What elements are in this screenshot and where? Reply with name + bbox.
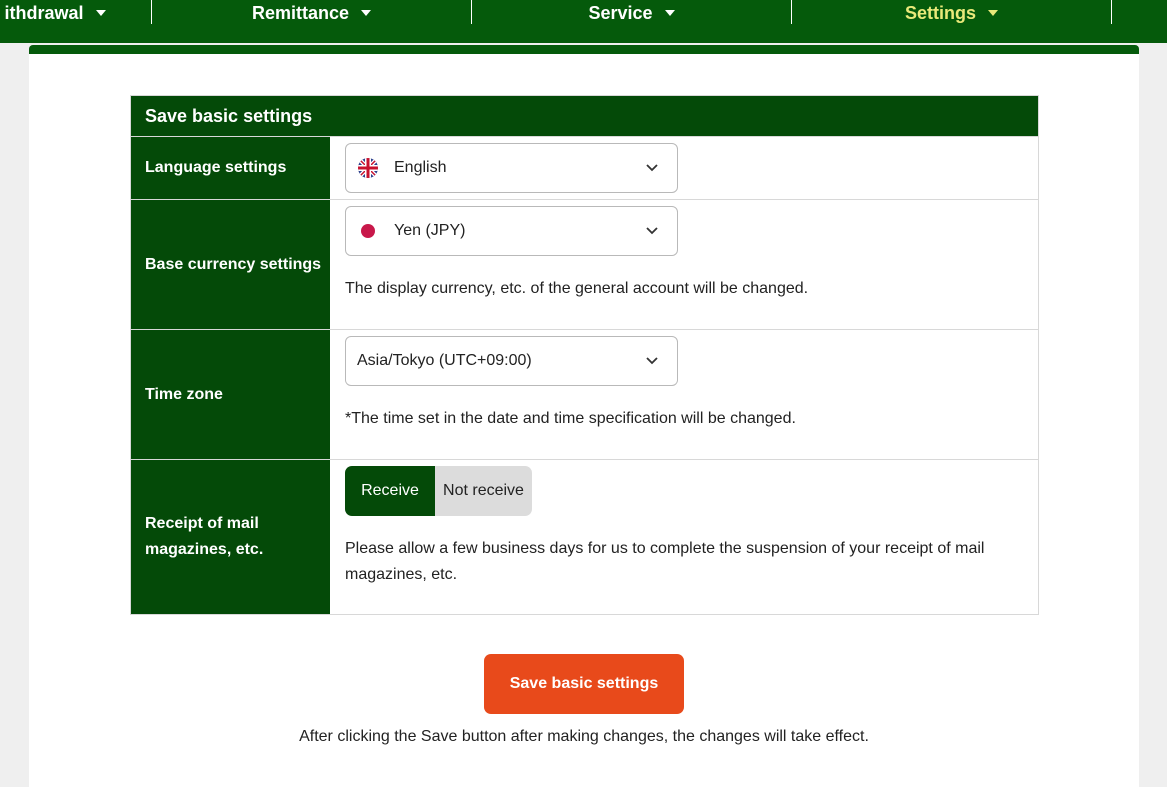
settings-card: Save basic settings Language settings En…	[29, 45, 1139, 787]
currency-row: Base currency settings Yen (JPY) The dis…	[131, 199, 1038, 329]
timezone-note: *The time set in the date and time speci…	[345, 410, 796, 427]
mail-label: Receipt of mail magazines, etc.	[131, 460, 330, 614]
chevron-down-icon	[646, 227, 658, 235]
japan-flag-icon	[358, 221, 378, 241]
currency-select[interactable]: Yen (JPY)	[345, 206, 678, 256]
receive-option[interactable]: Receive	[345, 466, 435, 516]
save-note: After clicking the Save button after mak…	[299, 728, 869, 745]
nav-item-label: Service	[588, 2, 653, 23]
mail-note: Please allow a few business days for us …	[345, 540, 985, 583]
chevron-down-icon	[646, 164, 658, 172]
nav-item-service[interactable]: Service	[472, 0, 791, 26]
timezone-row: Time zone Asia/Tokyo (UTC+09:00) *The ti…	[131, 329, 1038, 459]
caret-down-icon	[664, 10, 675, 16]
save-button[interactable]: Save basic settings	[484, 654, 684, 714]
nav-item-label: Settings	[904, 2, 976, 23]
nav-divider	[1111, 0, 1112, 24]
top-nav: ithdrawal Remittance Service Settings	[0, 0, 1167, 43]
language-label: Language settings	[131, 137, 330, 199]
nav-item-settings[interactable]: Settings	[792, 0, 1111, 26]
mail-toggle: Receive Not receive	[345, 466, 532, 516]
nav-item-withdrawal[interactable]: ithdrawal	[0, 0, 110, 26]
nav-item-label: Remittance	[251, 2, 350, 23]
nav-item-label: ithdrawal	[4, 2, 84, 23]
not-receive-option[interactable]: Not receive	[435, 466, 532, 516]
currency-value: Yen (JPY)	[394, 222, 466, 239]
language-value: English	[394, 159, 447, 176]
nav-item-remittance[interactable]: Remittance	[152, 0, 471, 26]
timezone-select[interactable]: Asia/Tokyo (UTC+09:00)	[345, 336, 678, 386]
language-select[interactable]: English	[345, 143, 678, 193]
currency-label: Base currency settings	[131, 200, 330, 329]
language-row: Language settings English	[131, 136, 1038, 199]
currency-note: The display currency, etc. of the genera…	[345, 280, 809, 297]
table-title: Save basic settings	[131, 96, 1038, 136]
timezone-label: Time zone	[131, 330, 330, 459]
caret-down-icon	[95, 10, 106, 16]
settings-table: Save basic settings Language settings En…	[130, 95, 1039, 615]
caret-down-icon	[988, 10, 998, 16]
chevron-down-icon	[646, 357, 658, 365]
mail-row: Receipt of mail magazines, etc. Receive …	[131, 459, 1038, 614]
uk-flag-icon	[358, 158, 378, 178]
timezone-value: Asia/Tokyo (UTC+09:00)	[357, 352, 532, 369]
caret-down-icon	[361, 10, 372, 16]
